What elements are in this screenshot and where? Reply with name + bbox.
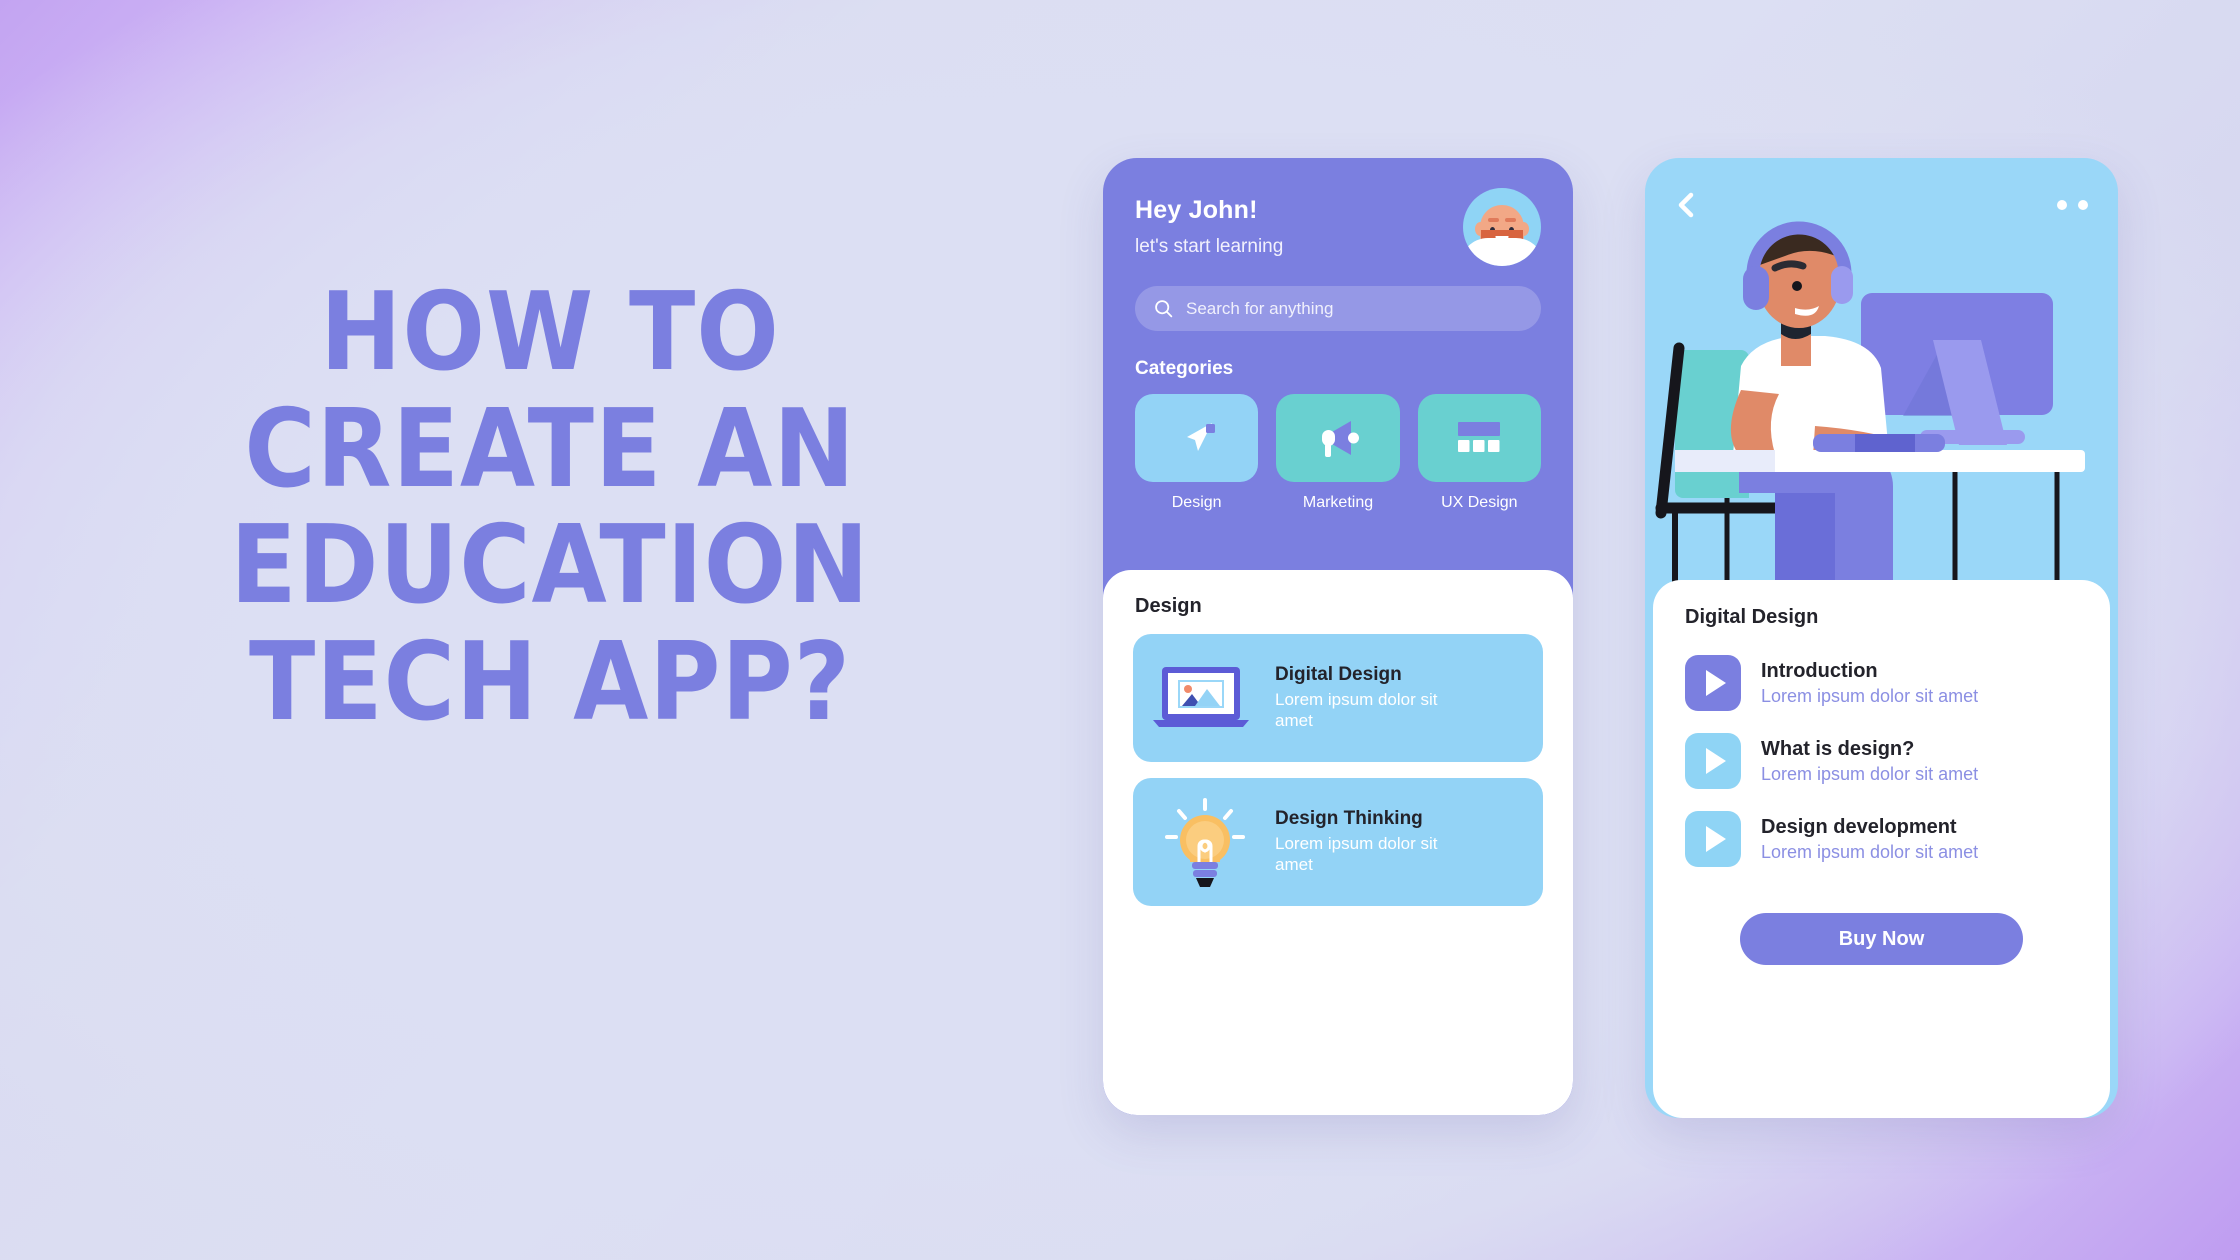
course-subtitle: Lorem ipsum dolor sit amet <box>1275 690 1438 730</box>
categories-heading: Categories <box>1135 358 1234 379</box>
avatar[interactable] <box>1463 188 1541 266</box>
category-label-design: Design <box>1171 494 1222 511</box>
lesson-subtitle: Lorem ipsum dolor sit amet <box>1761 841 1979 862</box>
lesson-item-design-development[interactable]: Design development Lorem ipsum dolor sit… <box>1685 811 2110 867</box>
search-placeholder: Search for anything <box>1186 298 1334 318</box>
lesson-item-what-is-design[interactable]: What is design? Lorem ipsum dolor sit am… <box>1685 733 2110 789</box>
course-card-digital-design[interactable]: Digital Design Lorem ipsum dolor sit ame… <box>1133 634 1543 762</box>
headline-line-2: CREATE AN <box>244 386 856 512</box>
headline-line-1: HOW TO <box>320 270 780 395</box>
course-subtitle: Lorem ipsum dolor sit amet <box>1275 834 1438 874</box>
category-item-design[interactable]: Design <box>1135 394 1259 512</box>
search-input[interactable]: Search for anything <box>1135 286 1541 331</box>
play-icon[interactable] <box>1685 655 1741 711</box>
course-title: Design Thinking <box>1275 808 1423 830</box>
phone-mockup-home: Hey John! let's start learning Search fo… <box>1103 158 1573 1115</box>
play-icon[interactable] <box>1685 733 1741 789</box>
search-icon <box>1155 300 1173 318</box>
headline-line-4: TECH APP? <box>248 619 852 745</box>
lightbulb-icon <box>1165 798 1245 887</box>
lesson-item-introduction[interactable]: Introduction Lorem ipsum dolor sit amet <box>1685 655 2110 711</box>
detail-hero <box>1645 158 2118 598</box>
course-title: Digital Design <box>1275 664 1402 686</box>
layout-grid-icon <box>1458 422 1501 452</box>
laptop-image-icon <box>1153 667 1249 727</box>
category-tile-ux-design[interactable] <box>1417 394 1541 482</box>
section-title: Design <box>1135 595 1202 617</box>
paper-plane-icon <box>1186 423 1215 451</box>
play-icon[interactable] <box>1685 811 1741 867</box>
category-item-marketing[interactable]: Marketing <box>1276 394 1400 512</box>
lesson-title: Design development <box>1761 815 1957 838</box>
detail-sheet: Digital Design Introduction Lorem ipsum … <box>1653 580 2110 1118</box>
category-tile-design[interactable] <box>1135 394 1259 482</box>
category-tile-marketing[interactable] <box>1276 394 1400 482</box>
category-label-ux-design: UX Design <box>1441 494 1518 511</box>
detail-title: Digital Design <box>1685 606 1819 628</box>
home-header: Hey John! let's start learning <box>1103 158 1573 266</box>
home-course-sheet: Design Digital Design Lorem ipsum dolor … <box>1103 570 1573 1115</box>
man-with-headphones-at-computer-illustration <box>1655 221 2085 598</box>
page-title: HOW TO CREATE AN EDUCATION TECH APP? <box>150 270 950 745</box>
phone-mockup-detail: Digital Design Introduction Lorem ipsum … <box>1645 158 2118 1118</box>
megaphone-icon <box>1321 421 1359 457</box>
avatar-shirt <box>1463 238 1541 266</box>
buy-now-button[interactable]: Buy Now <box>1740 913 2023 965</box>
avatar-brow-left <box>1488 218 1499 222</box>
lesson-title: Introduction <box>1761 659 1878 682</box>
categories-list: Design Marketing UX Design <box>1135 394 1541 512</box>
lesson-subtitle: Lorem ipsum dolor sit amet <box>1761 763 1979 784</box>
lesson-title: What is design? <box>1761 737 1915 760</box>
course-card-design-thinking[interactable]: Design Thinking Lorem ipsum dolor sit am… <box>1133 778 1543 906</box>
category-label-marketing: Marketing <box>1302 494 1374 511</box>
category-item-ux-design[interactable]: UX Design <box>1417 394 1541 512</box>
headline-line-3: EDUCATION <box>230 503 870 629</box>
avatar-brow-right <box>1505 218 1516 222</box>
lesson-subtitle: Lorem ipsum dolor sit amet <box>1761 685 1979 706</box>
